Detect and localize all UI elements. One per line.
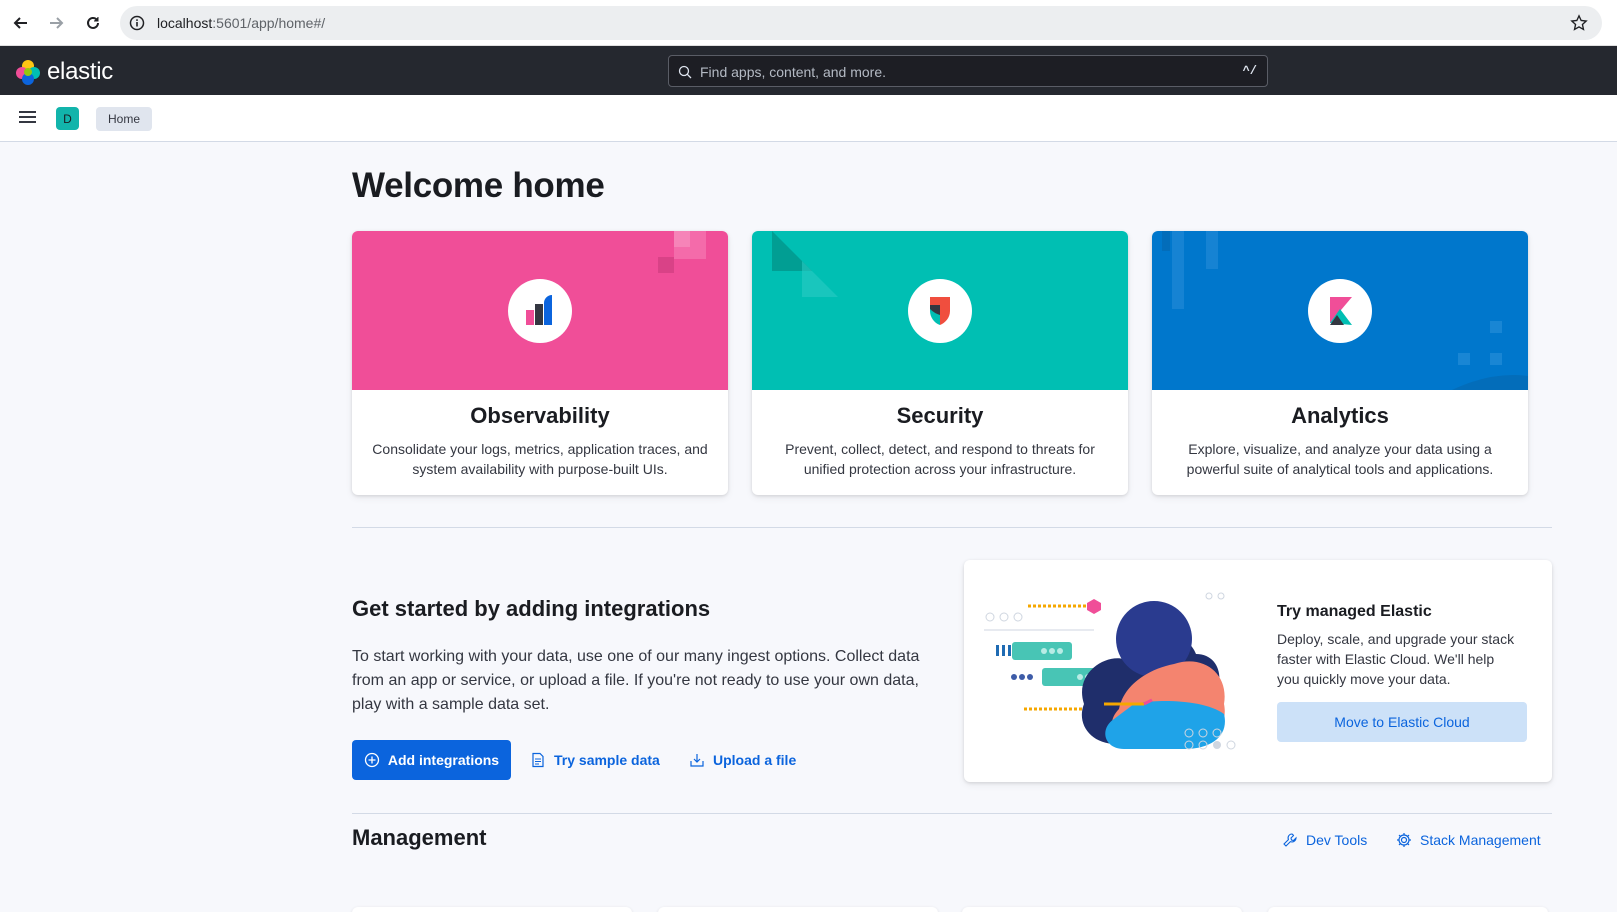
stack-management-label: Stack Management xyxy=(1420,832,1541,848)
upload-icon xyxy=(689,752,705,768)
arrow-right-icon xyxy=(50,17,64,29)
url-host: localhost xyxy=(157,15,213,31)
hamburger-icon-bar xyxy=(19,116,36,118)
logo-text: elastic xyxy=(47,58,113,85)
search-input[interactable] xyxy=(700,61,1220,83)
management-card[interactable] xyxy=(352,907,632,912)
wrench-icon xyxy=(1282,832,1298,848)
space-avatar[interactable]: D xyxy=(56,107,79,130)
sub-header: D Home xyxy=(0,95,1617,142)
get-started-text: To start working with your data, use one… xyxy=(352,648,920,713)
plus-in-circle-icon xyxy=(364,752,380,768)
upload-file-label: Upload a file xyxy=(713,752,797,768)
search-icon xyxy=(678,65,692,79)
url-text: localhost:5601/app/home#/ xyxy=(157,15,325,31)
dev-tools-link[interactable]: Dev Tools xyxy=(1282,832,1367,848)
managed-elastic-title: Try managed Elastic xyxy=(1277,603,1432,620)
back-button[interactable] xyxy=(9,11,33,35)
main-content: Welcome home Observability Consolidate y… xyxy=(0,142,1617,912)
elastic-cluster-icon xyxy=(16,60,40,85)
elastic-logo[interactable]: elastic xyxy=(15,58,113,86)
url-path: :5601/app/home#/ xyxy=(212,15,326,31)
section-divider xyxy=(352,527,1552,528)
observability-logo-circle xyxy=(508,279,572,343)
card-description: Consolidate your logs, metrics, applicat… xyxy=(372,441,708,477)
solution-card-analytics[interactable]: Analytics Explore, visualize, and analyz… xyxy=(1152,231,1528,495)
try-sample-data-label: Try sample data xyxy=(554,752,660,768)
cloud-illustration xyxy=(984,592,1236,750)
add-integrations-button[interactable]: Add integrations xyxy=(352,740,511,780)
observability-icon xyxy=(526,295,552,325)
search-shortcut-hint: ^/ xyxy=(1242,64,1257,78)
upload-file-button[interactable]: Upload a file xyxy=(689,750,796,770)
card-description: Explore, visualize, and analyze your dat… xyxy=(1186,441,1494,477)
kibana-header: elastic ^/ xyxy=(0,46,1617,95)
management-title: Management xyxy=(352,825,487,850)
menu-toggle-button[interactable] xyxy=(18,108,38,128)
forward-button[interactable] xyxy=(44,11,68,35)
page-title: Welcome home xyxy=(352,166,605,205)
section-divider xyxy=(352,813,1552,814)
browser-toolbar: localhost:5601/app/home#/ xyxy=(0,0,1617,46)
hamburger-icon-bar xyxy=(19,111,36,113)
card-title: Observability xyxy=(470,403,610,428)
kibana-icon xyxy=(1330,297,1352,325)
security-logo-circle xyxy=(908,279,972,343)
global-search[interactable]: ^/ xyxy=(668,55,1268,87)
add-integrations-label: Add integrations xyxy=(387,752,500,768)
managed-elastic-text: Deploy, scale, and upgrade your stack fa… xyxy=(1277,631,1515,687)
card-title: Security xyxy=(896,403,984,428)
bookmark-star-icon[interactable] xyxy=(1570,14,1588,32)
card-description: Prevent, collect, detect, and respond to… xyxy=(785,441,1095,477)
solution-card-observability[interactable]: Observability Consolidate your logs, met… xyxy=(352,231,728,495)
try-sample-data-button[interactable]: Try sample data xyxy=(530,750,660,770)
analytics-logo-circle xyxy=(1308,279,1372,343)
reload-icon xyxy=(87,16,99,29)
site-info-icon[interactable] xyxy=(129,15,145,31)
reload-button[interactable] xyxy=(81,11,105,35)
solution-card-security[interactable]: Security Prevent, collect, detect, and r… xyxy=(752,231,1128,495)
document-icon xyxy=(530,752,546,768)
breadcrumb-home: Home xyxy=(96,107,153,131)
address-bar[interactable]: localhost:5601/app/home#/ xyxy=(120,6,1602,40)
hamburger-icon-bar xyxy=(19,121,36,123)
get-started-title: Get started by adding integrations xyxy=(352,596,711,621)
stack-management-link[interactable]: Stack Management xyxy=(1396,832,1541,848)
management-card[interactable] xyxy=(658,907,938,912)
management-card[interactable] xyxy=(1268,907,1548,912)
card-title: Analytics xyxy=(1291,403,1389,428)
gear-icon xyxy=(1396,832,1412,848)
arrow-left-icon xyxy=(13,17,27,29)
move-to-cloud-button[interactable]: Move to Elastic Cloud xyxy=(1277,702,1527,742)
dev-tools-label: Dev Tools xyxy=(1306,832,1368,848)
security-icon xyxy=(930,297,950,325)
managed-elastic-panel: Try managed Elastic Deploy, scale, and u… xyxy=(964,560,1552,782)
management-card[interactable] xyxy=(962,907,1242,912)
